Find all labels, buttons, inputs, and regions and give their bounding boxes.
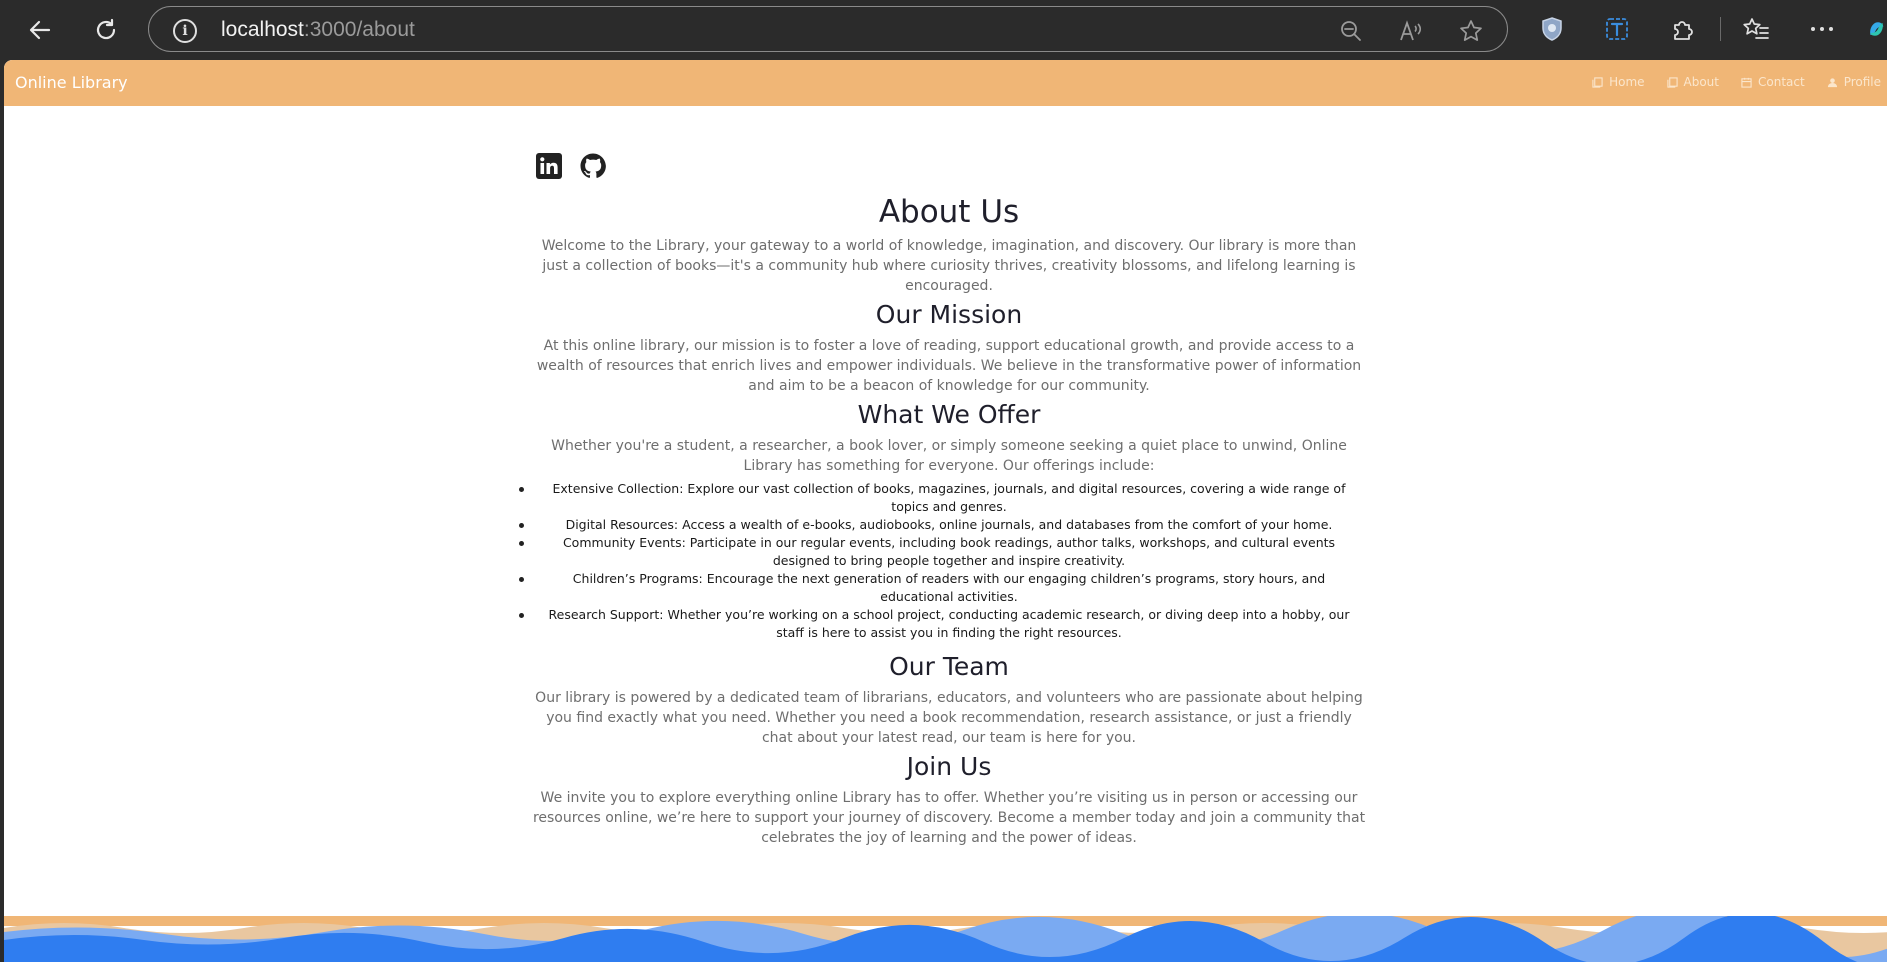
url-text[interactable]: localhost:3000/about xyxy=(221,18,415,42)
back-icon[interactable] xyxy=(24,14,56,46)
offer-item-text: Extensive Collection: Explore our vast c… xyxy=(552,481,1346,514)
calendar-icon xyxy=(1741,77,1752,88)
site-brand[interactable]: Online Library xyxy=(15,73,128,92)
footer-wave xyxy=(4,916,1887,962)
user-icon xyxy=(1827,77,1837,87)
mission-text: At this online library, our mission is t… xyxy=(536,338,1362,394)
url-path: :3000/about xyxy=(303,18,415,41)
shield-icon[interactable] xyxy=(1537,14,1567,44)
offer-item-text: Digital Resources: Access a wealth of e-… xyxy=(565,517,1333,532)
favorites-icon[interactable] xyxy=(1741,14,1771,44)
nav-home[interactable]: Home xyxy=(1592,75,1645,89)
more-menu-icon[interactable] xyxy=(1807,14,1837,44)
list-item: Extensive Collection: Explore our vast c… xyxy=(519,480,1369,516)
offer-title: What We Offer xyxy=(857,400,1041,429)
page-viewport: Online Library Home About Contact Profil… xyxy=(4,60,1887,962)
toolbar-divider xyxy=(1720,17,1721,41)
nav-links: Home About Contact Profile xyxy=(1592,75,1881,89)
join-text: We invite you to explore everything onli… xyxy=(532,790,1366,846)
url-host: localhost xyxy=(221,18,304,41)
team-text: Our library is powered by a dedicated te… xyxy=(535,690,1363,746)
nav-about-label: About xyxy=(1683,75,1719,89)
offer-item-text: Community Events: Participate in our reg… xyxy=(562,535,1336,568)
nav-about[interactable]: About xyxy=(1666,75,1719,89)
nav-home-label: Home xyxy=(1609,75,1645,89)
nav-profile[interactable]: Profile xyxy=(1827,75,1881,89)
list-item: Community Events: Participate in our reg… xyxy=(519,534,1369,570)
list-item: Research Support: Whether you’re working… xyxy=(519,606,1369,642)
site-navbar: Online Library Home About Contact Profil… xyxy=(4,60,1887,106)
linkedin-icon[interactable] xyxy=(535,152,563,180)
team-title: Our Team xyxy=(889,652,1009,681)
join-title: Join Us xyxy=(906,752,992,781)
offer-list: Extensive Collection: Explore our vast c… xyxy=(519,480,1369,642)
offer-item-text: Children’s Programs: Encourage the next … xyxy=(572,571,1326,604)
about-content: About Us Welcome to the Library, your ga… xyxy=(519,152,1369,850)
zoom-out-icon[interactable] xyxy=(1339,19,1363,43)
nav-contact[interactable]: Contact xyxy=(1741,75,1805,89)
translate-icon[interactable] xyxy=(1602,14,1632,44)
list-item: Children’s Programs: Encourage the next … xyxy=(519,570,1369,606)
favorite-star-icon[interactable] xyxy=(1459,19,1483,43)
browser-toolbar: i localhost:3000/about xyxy=(0,0,1887,60)
extensions-icon[interactable] xyxy=(1668,14,1698,44)
read-aloud-icon[interactable] xyxy=(1399,19,1423,43)
nav-profile-label: Profile xyxy=(1843,75,1881,89)
book-icon xyxy=(1666,76,1678,88)
list-item: Digital Resources: Access a wealth of e-… xyxy=(519,516,1369,534)
page-title: About Us xyxy=(878,194,1020,230)
refresh-icon[interactable] xyxy=(90,14,122,46)
offer-item-text: Research Support: Whether you’re working… xyxy=(548,607,1350,640)
copilot-icon[interactable] xyxy=(1866,14,1887,44)
book-icon xyxy=(1592,76,1603,88)
social-links xyxy=(535,152,1369,182)
mission-title: Our Mission xyxy=(875,300,1023,329)
address-bar[interactable]: i localhost:3000/about xyxy=(148,6,1508,52)
github-icon[interactable] xyxy=(579,152,607,180)
nav-contact-label: Contact xyxy=(1758,75,1805,89)
about-intro: Welcome to the Library, your gateway to … xyxy=(541,238,1357,294)
site-info-icon[interactable]: i xyxy=(173,19,197,43)
offer-text: Whether you're a student, a researcher, … xyxy=(551,438,1347,474)
